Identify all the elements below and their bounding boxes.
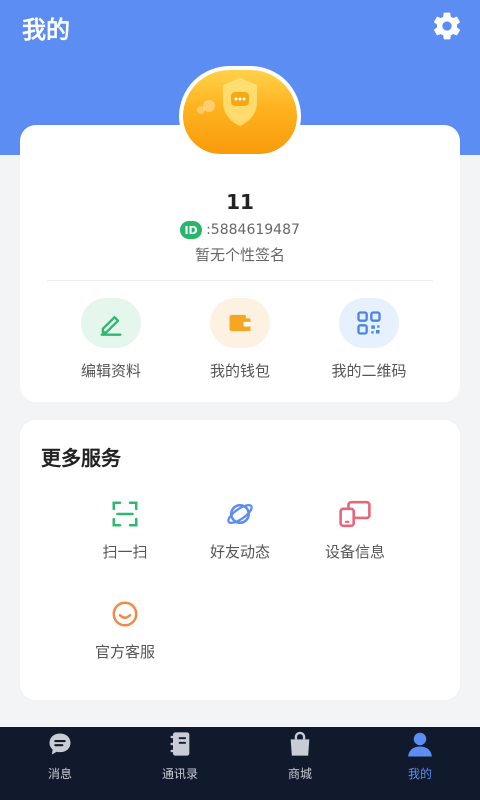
pencil-icon bbox=[100, 316, 122, 336]
customer-service-label: 官方客服 bbox=[94, 643, 155, 661]
tab-store-label: 商城 bbox=[287, 767, 312, 781]
wallet-label: 我的钱包 bbox=[209, 362, 270, 380]
avatar[interactable] bbox=[179, 66, 301, 158]
signature: 暂无个性签名 bbox=[194, 246, 285, 264]
qr-code-icon bbox=[357, 311, 381, 335]
smile-icon bbox=[112, 601, 138, 627]
tab-contacts-label: 通讯录 bbox=[161, 767, 198, 781]
services-title: 更多服务 bbox=[41, 446, 121, 470]
gear-icon[interactable] bbox=[431, 10, 463, 42]
person-icon bbox=[408, 732, 432, 757]
edit-profile-label: 编辑资料 bbox=[80, 362, 141, 380]
scan-icon bbox=[112, 501, 138, 527]
moments-label: 好友动态 bbox=[209, 543, 270, 561]
devices-icon bbox=[339, 500, 371, 528]
scan-button[interactable]: 扫一扫 bbox=[70, 497, 180, 562]
bottom-tab-bar: 消息 通讯录 商城 我的 bbox=[0, 727, 480, 800]
device-info-button[interactable]: 设备信息 bbox=[300, 497, 410, 562]
chat-bubble-icon bbox=[49, 733, 71, 755]
qr-code-label: 我的二维码 bbox=[331, 362, 407, 380]
qr-code-button[interactable]: 我的二维码 bbox=[314, 298, 424, 381]
page-title: 我的 bbox=[22, 16, 70, 44]
tab-store[interactable]: 商城 bbox=[240, 727, 360, 800]
scan-label: 扫一扫 bbox=[102, 543, 148, 561]
tab-me[interactable]: 我的 bbox=[360, 727, 480, 800]
user-id-value: :5884619487 bbox=[206, 222, 300, 238]
wallet-button[interactable]: 我的钱包 bbox=[185, 298, 295, 381]
customer-service-button[interactable]: 官方客服 bbox=[70, 597, 180, 662]
contacts-book-icon bbox=[170, 732, 190, 756]
shopping-bag-icon bbox=[290, 731, 310, 756]
user-id-row: ID :5884619487 bbox=[0, 220, 480, 240]
tab-messages[interactable]: 消息 bbox=[0, 727, 120, 800]
edit-profile-button[interactable]: 编辑资料 bbox=[56, 298, 166, 381]
tab-messages-label: 消息 bbox=[47, 767, 72, 781]
device-info-label: 设备信息 bbox=[324, 543, 385, 561]
nickname: 11 bbox=[226, 190, 254, 214]
shield-chat-avatar bbox=[197, 78, 257, 126]
divider bbox=[47, 280, 433, 281]
wallet-icon bbox=[229, 314, 251, 332]
tab-me-label: 我的 bbox=[407, 767, 432, 781]
planet-icon bbox=[227, 503, 253, 525]
moments-button[interactable]: 好友动态 bbox=[185, 497, 295, 562]
tab-contacts[interactable]: 通讯录 bbox=[120, 727, 240, 800]
id-badge: ID bbox=[180, 221, 203, 239]
